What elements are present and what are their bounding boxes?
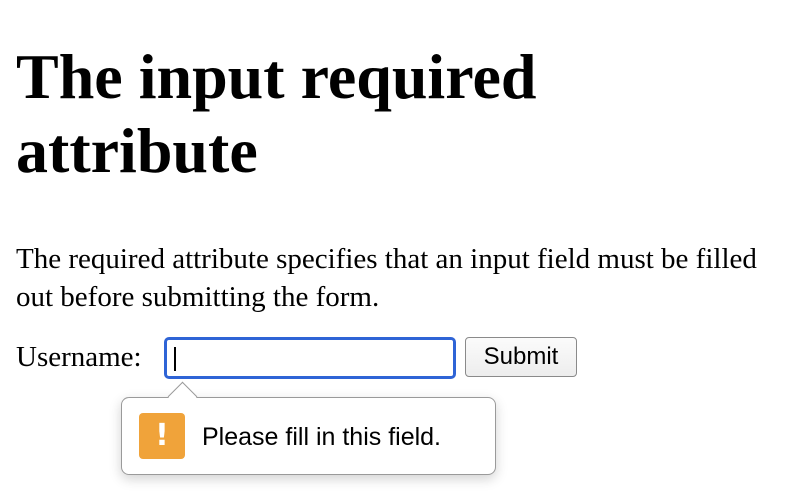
username-form: Username: Submit xyxy=(16,337,776,379)
text-caret xyxy=(174,347,176,371)
page-title: The input required attribute xyxy=(16,41,537,186)
username-input[interactable] xyxy=(164,337,456,379)
username-label: Username: xyxy=(16,341,142,373)
validation-message: Please fill in this field. xyxy=(202,423,442,451)
page-description: The required attribute specifies that an… xyxy=(16,243,757,313)
warning-exclamation-icon: ! xyxy=(139,413,185,459)
tooltip-arrow xyxy=(167,381,198,412)
submit-button[interactable]: Submit xyxy=(465,337,577,377)
validation-tooltip: ! Please fill in this field. xyxy=(121,381,496,475)
page-content: The input required attribute The require… xyxy=(16,0,776,316)
